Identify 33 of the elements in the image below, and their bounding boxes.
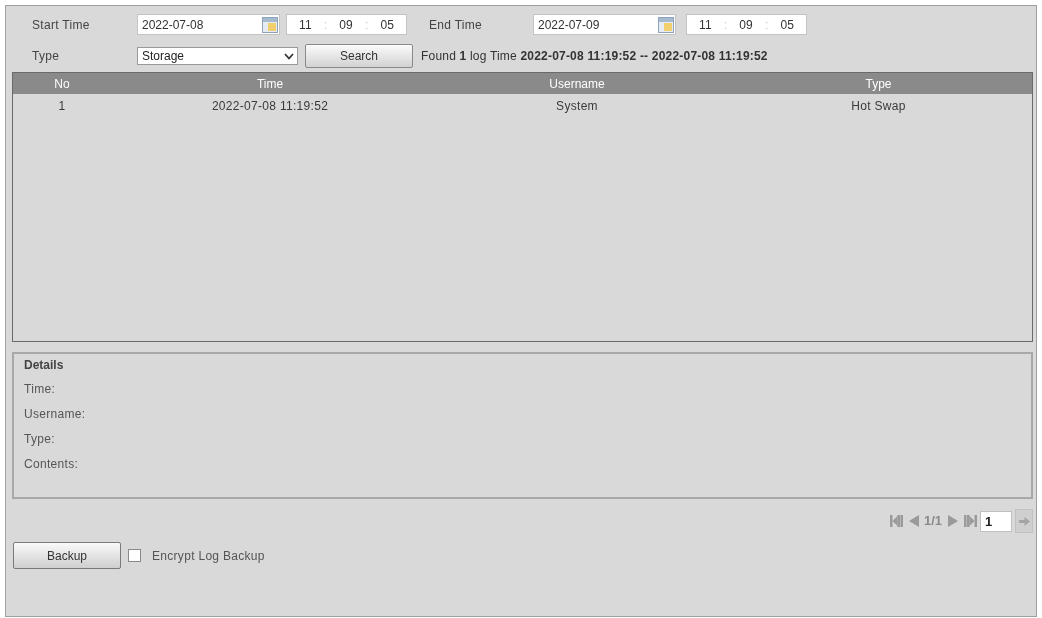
- type-select[interactable]: Storage: [137, 47, 298, 65]
- table-cell-text: System: [555, 98, 599, 115]
- details-field-label: Time:: [24, 380, 57, 398]
- table-cell-text: 2022-07-08 11:19:52: [210, 98, 330, 115]
- previous-page-icon[interactable]: [908, 515, 919, 527]
- encrypt-checkbox[interactable]: [128, 549, 141, 562]
- date-field[interactable]: 2022-07-08: [137, 14, 280, 35]
- caret-icon[interactable]: [284, 52, 294, 60]
- table-cell-text: Hot Swap: [850, 98, 907, 115]
- time-field[interactable]: 11 : 09 : 05: [686, 14, 807, 35]
- page-input[interactable]: 1: [980, 510, 1012, 532]
- details-title: Details: [24, 357, 65, 374]
- calendar-icon[interactable]: [658, 16, 674, 33]
- first-page-icon[interactable]: [889, 515, 903, 527]
- backup-button[interactable]: Backup: [13, 542, 121, 569]
- details-field-label: Username:: [24, 405, 87, 423]
- encrypt-label: Encrypt Log Backup: [152, 547, 265, 565]
- table-cell-text: 1: [57, 98, 67, 115]
- arrow-icon: [1018, 516, 1030, 526]
- details-field-label: Contents:: [24, 455, 80, 473]
- start-time-label: Start Time: [32, 16, 91, 34]
- type-label: Type: [32, 48, 61, 65]
- calendar-icon[interactable]: [262, 16, 278, 33]
- go-button[interactable]: [1015, 509, 1033, 533]
- page-indicator: 1/1: [923, 512, 942, 531]
- date-field[interactable]: 2022-07-09: [533, 14, 676, 35]
- last-page-icon[interactable]: [964, 515, 977, 527]
- time-field[interactable]: 11 : 09 : 05: [286, 14, 407, 35]
- search-result-text: Found 1 log Time 2022-07-08 11:19:52 -- 2022-07-08 11:19:52: [421, 48, 768, 65]
- next-page-icon[interactable]: [948, 515, 958, 527]
- search-button[interactable]: Search: [305, 44, 413, 68]
- details-field-label: Type:: [24, 430, 56, 448]
- end-time-label: End Time: [429, 16, 484, 34]
